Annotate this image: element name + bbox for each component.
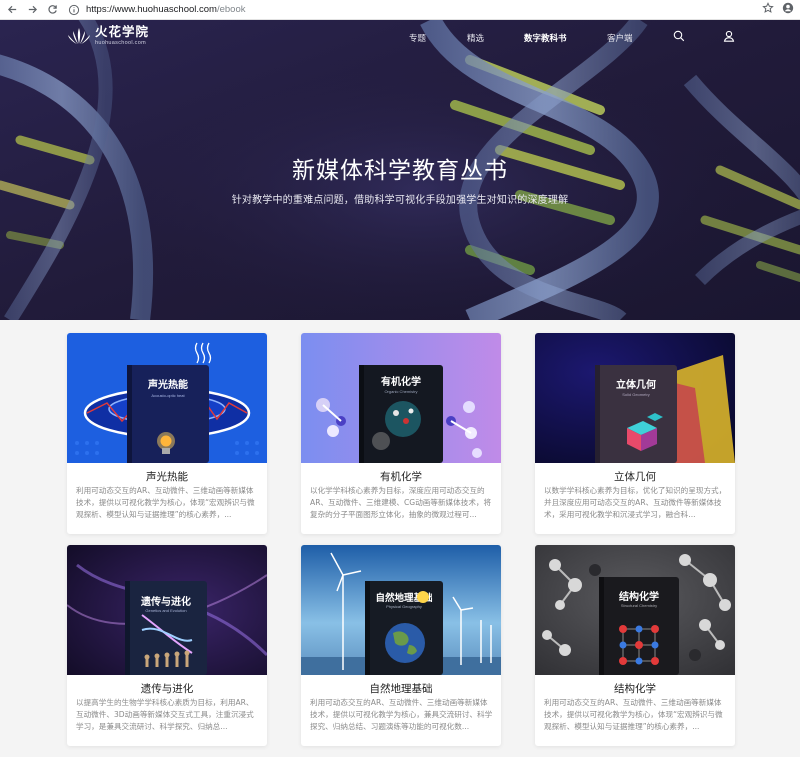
cover-subtitle-text: Solid Geometry: [622, 392, 650, 397]
url-path: /ebook: [216, 4, 246, 15]
book-description: 利用可动态交互的AR、互动微件、三维动画等新媒体技术，提供以可视化教学为核心，体…: [76, 486, 255, 519]
hero-banner: 火花学院 huohuaschool.com 专题 精选 数字教科书 客户端 新媒…: [0, 20, 800, 320]
book-cover[interactable]: 有机化学 Organic Chemistry: [301, 333, 501, 463]
book-title[interactable]: 遗传与进化: [67, 681, 267, 696]
top-navigation: 火花学院 huohuaschool.com 专题 精选 数字教科书 客户端: [0, 20, 800, 56]
book-description: 以数学学科核心素养为目标，优化了知识的呈现方式，并且深度应用可动态交互的AR、互…: [544, 486, 727, 519]
book-title[interactable]: 声光热能: [67, 469, 267, 484]
cover-title-text: 声光热能: [147, 378, 188, 391]
reload-button[interactable]: [44, 2, 60, 18]
book-description: 利用可动态交互的AR、互动微件、三维动画等新媒体技术，提供以可视化教学为核心，兼…: [310, 698, 493, 731]
arrow-right-icon: [28, 5, 37, 14]
star-icon[interactable]: [762, 2, 774, 14]
search-icon[interactable]: [673, 30, 685, 42]
book-card-physical-geography[interactable]: 自然地理基础 Physical Geography 自然地理基础 利用可动态交互…: [301, 545, 501, 746]
book-description: 利用可动态交互的AR、互动微件、三维动画等新媒体技术，提供以可视化教学为核心，体…: [544, 698, 723, 731]
cover-subtitle-text: Physical Geography: [386, 604, 422, 609]
book-cover[interactable]: 结构化学 Structural Chemistry: [535, 545, 735, 675]
book-description: 以化学学科核心素养为目标，深度应用可动态交互的AR、互动微件、三维建模、CG动画…: [310, 486, 492, 519]
brand-logo[interactable]: 火花学院 huohuaschool.com: [66, 24, 150, 46]
book-card-solid-geometry[interactable]: 立体几何 Solid Geometry 立体几何 以数学学科核心素养为目标，优化…: [535, 333, 735, 534]
book-title[interactable]: 自然地理基础: [301, 681, 501, 696]
nav-item-digital-textbook[interactable]: 数字教科书: [524, 32, 567, 44]
book-title[interactable]: 立体几何: [535, 469, 735, 484]
back-button[interactable]: [4, 2, 20, 18]
info-icon: [68, 4, 80, 15]
book-cover[interactable]: 立体几何 Solid Geometry: [535, 333, 735, 463]
book-card-structural-chemistry[interactable]: 结构化学 Structural Chemistry 结构化学 利用可动态交互的A…: [535, 545, 735, 746]
flame-logo-icon: [68, 28, 90, 44]
arrow-left-icon: [7, 5, 16, 14]
user-icon[interactable]: [723, 30, 735, 42]
book-cover[interactable]: 遗传与进化 Genetics and Evolution: [67, 545, 267, 675]
account-icon[interactable]: [782, 2, 794, 14]
book-card-acousto-optic[interactable]: 声光热能 Acousto-optic heat 声光热能 利用可动态交互的AR、…: [67, 333, 267, 534]
cover-subtitle-text: Organic Chemistry: [384, 389, 417, 394]
brand-name: 火花学院: [95, 24, 150, 39]
address-bar[interactable]: https://www.huohuaschool.com/ebook: [68, 2, 768, 18]
cover-title-text: 结构化学: [619, 590, 659, 603]
hero-subtitle: 针对教学中的重难点问题，借助科学可视化手段加强学生对知识的深度理解: [231, 195, 569, 206]
nav-item-client[interactable]: 客户端: [607, 32, 633, 44]
url-host: https://www.huohuaschool.com: [86, 4, 217, 15]
book-card-genetics-evolution[interactable]: 遗传与进化 Genetics and Evolution 遗传与进化 以提高学生…: [67, 545, 267, 746]
nav-item-featured[interactable]: 精选: [467, 32, 484, 44]
brand-domain: huohuaschool.com: [95, 39, 146, 46]
book-card-organic-chemistry[interactable]: 有机化学 Organic Chemistry 有机化学 以化学学科核心素养为目标…: [301, 333, 501, 534]
reload-icon: [47, 5, 57, 14]
cover-title-text: 遗传与进化: [140, 595, 191, 608]
cover-subtitle-text: Structural Chemistry: [621, 603, 657, 608]
book-title[interactable]: 有机化学: [301, 469, 501, 484]
browser-toolbar: https://www.huohuaschool.com/ebook: [0, 0, 800, 20]
cover-subtitle-text: Acousto-optic heat: [151, 393, 185, 398]
book-cover[interactable]: 自然地理基础 Physical Geography: [301, 545, 501, 675]
cover-subtitle-text: Genetics and Evolution: [145, 608, 186, 613]
cover-title-text: 立体几何: [616, 378, 656, 391]
book-title[interactable]: 结构化学: [535, 681, 735, 696]
cover-title-text: 有机化学: [381, 375, 421, 388]
nav-item-topics[interactable]: 专题: [409, 32, 426, 44]
hero-title: 新媒体科学教育丛书: [292, 158, 508, 184]
forward-button[interactable]: [24, 2, 40, 18]
book-description: 以提高学生的生物学学科核心素质为目标，利用AR、互动微件、3D动画等新媒体交互式…: [76, 698, 254, 731]
book-cover[interactable]: 声光热能 Acousto-optic heat: [67, 333, 267, 463]
